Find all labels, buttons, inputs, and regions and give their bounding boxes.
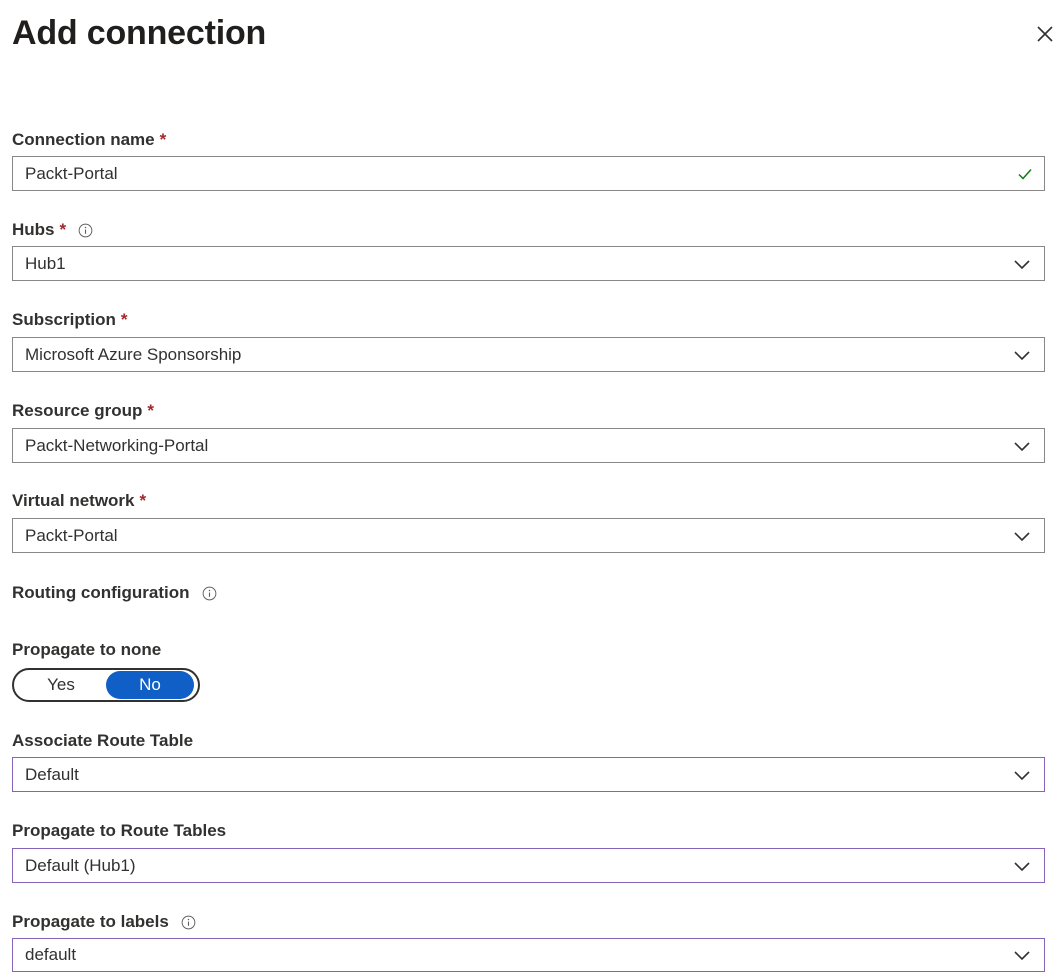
info-icon[interactable] [202, 586, 217, 601]
required-asterisk: * [139, 491, 147, 510]
toggle-option-no[interactable]: No [106, 671, 194, 699]
resource-group-label: Resource group * [12, 401, 154, 420]
connection-name-input[interactable]: Packt-Portal [12, 156, 1045, 191]
page-title: Add connection [12, 14, 267, 52]
checkmark-icon [1018, 168, 1032, 180]
propagate-to-route-tables-dropdown[interactable]: Default (Hub1) [12, 848, 1045, 883]
subscription-dropdown[interactable]: Microsoft Azure Sponsorship [12, 337, 1045, 372]
close-icon[interactable] [1033, 22, 1056, 46]
resource-group-dropdown[interactable]: Packt-Networking-Portal [12, 428, 1045, 463]
chevron-down-icon [1014, 951, 1030, 961]
info-icon[interactable] [78, 223, 93, 238]
chevron-down-icon [1014, 531, 1030, 541]
required-asterisk: * [159, 130, 167, 149]
chevron-down-icon [1014, 861, 1030, 871]
virtual-network-dropdown[interactable]: Packt-Portal [12, 518, 1045, 553]
virtual-network-label: Virtual network * [12, 491, 147, 510]
info-icon[interactable] [181, 915, 196, 930]
chevron-down-icon [1014, 350, 1030, 360]
chevron-down-icon [1014, 770, 1030, 780]
toggle-option-yes[interactable]: Yes [16, 671, 106, 699]
chevron-down-icon [1014, 441, 1030, 451]
required-asterisk: * [120, 310, 128, 329]
associate-route-table-dropdown[interactable]: Default [12, 757, 1045, 792]
required-asterisk: * [59, 220, 67, 239]
propagate-to-none-toggle[interactable]: Yes No [12, 668, 200, 702]
associate-route-table-label: Associate Route Table [12, 731, 194, 750]
hubs-dropdown[interactable]: Hub1 [12, 246, 1045, 281]
propagate-to-route-tables-label: Propagate to Route Tables [12, 821, 227, 840]
required-asterisk: * [147, 401, 154, 420]
chevron-down-icon [1014, 259, 1030, 269]
routing-configuration-heading: Routing configuration [12, 583, 217, 603]
propagate-to-none-label: Propagate to none [12, 640, 162, 659]
propagate-to-labels-label: Propagate to labels [12, 912, 196, 932]
propagate-to-labels-dropdown[interactable]: default [12, 938, 1045, 972]
subscription-label: Subscription * [12, 310, 128, 329]
hubs-label: Hubs * [12, 220, 93, 240]
connection-name-label: Connection name * [12, 130, 167, 149]
